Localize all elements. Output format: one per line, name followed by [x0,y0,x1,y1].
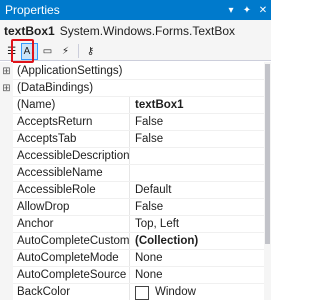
property-name: AccessibleName [13,165,130,182]
property-row[interactable]: ⊞ (DataBindings) [0,80,264,97]
property-pages-icon[interactable]: ⚷ [82,43,99,60]
property-value[interactable]: None [130,267,264,284]
object-selector[interactable]: textBox1 System.Windows.Forms.TextBox [0,20,271,42]
vertical-scrollbar[interactable] [264,62,271,300]
row-gutter [0,148,13,165]
property-value[interactable]: False [130,114,264,131]
close-icon[interactable]: ✕ [255,0,271,20]
row-gutter [0,182,13,199]
highlight-annotation [11,39,34,63]
property-row[interactable]: AcceptsTab False [0,131,264,148]
property-value[interactable]: Window [130,284,264,300]
toolbar-separator [78,44,79,58]
property-name: AllowDrop [13,199,130,216]
row-gutter [0,216,13,233]
property-name: AcceptsTab [13,131,130,148]
object-name: textBox1 [4,24,55,38]
property-row[interactable]: AutoCompleteCustomS (Collection) [0,233,264,250]
property-value[interactable] [130,148,264,165]
property-value[interactable]: None [130,250,264,267]
row-gutter [0,131,13,148]
property-name: (Name) [13,97,130,114]
property-row[interactable]: AutoCompleteMode None [0,250,264,267]
property-value[interactable]: textBox1 [130,97,264,114]
row-gutter [0,165,13,182]
property-value[interactable]: Top, Left [130,216,264,233]
row-gutter [0,250,13,267]
property-row[interactable]: (Name) textBox1 [0,97,264,114]
property-name: AccessibleRole [13,182,130,199]
property-value[interactable] [130,165,264,182]
property-value[interactable]: False [130,199,264,216]
row-gutter [0,114,13,131]
property-row[interactable]: AcceptsReturn False [0,114,264,131]
row-gutter [0,267,13,284]
property-value[interactable]: (Collection) [130,233,264,250]
property-name: Anchor [13,216,130,233]
property-row[interactable]: AutoCompleteSource None [0,267,264,284]
property-value[interactable]: False [130,131,264,148]
property-name: AutoCompleteSource [13,267,130,284]
properties-toolbar: ☷ A↓ ▭ ⚡ ⚷ [0,42,271,61]
row-gutter [0,284,13,300]
property-name: (ApplicationSettings) [17,65,123,77]
properties-icon[interactable]: ▭ [39,43,56,60]
property-value[interactable]: Default [130,182,264,199]
property-name: AutoCompleteMode [13,250,130,267]
scrollbar-thumb[interactable] [265,64,270,244]
property-name: AcceptsReturn [13,114,130,131]
property-row[interactable]: AccessibleName [0,165,264,182]
object-type: System.Windows.Forms.TextBox [59,24,236,38]
property-name: AutoCompleteCustomS [13,233,130,250]
property-name: AccessibleDescription [13,148,130,165]
row-gutter [0,233,13,250]
row-gutter [0,97,13,114]
color-swatch [135,285,149,300]
property-row[interactable]: BackColor Window [0,284,264,300]
pin-icon[interactable]: ✦ [239,0,255,20]
row-gutter [0,199,13,216]
expand-icon[interactable]: ⊞ [0,80,13,97]
property-row[interactable]: AccessibleDescription [0,148,264,165]
chevron-down-icon[interactable]: ▾ [223,0,239,20]
property-row[interactable]: ⊞ (ApplicationSettings) [0,63,264,80]
window-title: Properties [5,3,60,17]
property-row[interactable]: AllowDrop False [0,199,264,216]
property-grid: ⊞ (ApplicationSettings) ⊞ (DataBindings) (Na… [0,62,271,300]
properties-titlebar: Properties ▾ ✦ ✕ [0,0,271,20]
events-lightning-icon[interactable]: ⚡ [57,43,74,60]
property-name: BackColor [13,284,130,300]
property-row[interactable]: AccessibleRole Default [0,182,264,199]
property-value-text: Window [155,286,196,298]
property-name: (DataBindings) [17,82,94,94]
property-row[interactable]: Anchor Top, Left [0,216,264,233]
expand-icon[interactable]: ⊞ [0,63,13,80]
